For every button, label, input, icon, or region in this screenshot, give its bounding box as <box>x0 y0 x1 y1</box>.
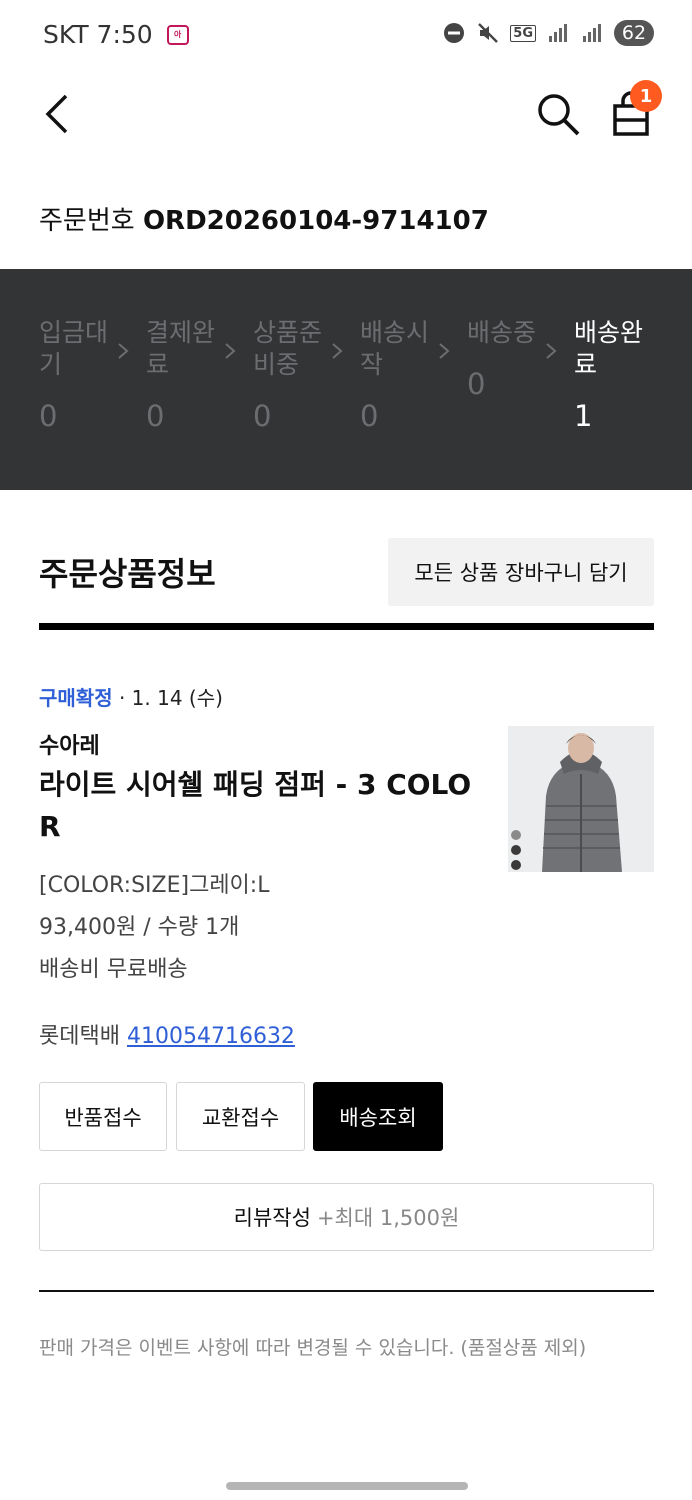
return-request-button[interactable]: 반품접수 <box>39 1082 167 1151</box>
mute-icon <box>478 23 499 43</box>
order-number-value: ORD20260104-9714107 <box>142 206 489 236</box>
status-left: SKT 7:50 아 <box>43 20 189 49</box>
chevron-right-icon <box>332 343 343 359</box>
jacket-image <box>508 726 654 872</box>
footer-divider <box>39 1290 654 1292</box>
step-count: 0 <box>467 367 486 401</box>
step-in-transit: 배송중 0 <box>467 317 547 401</box>
step-delivered: 배송완료 1 <box>574 317 654 433</box>
battery-indicator: 62 <box>614 20 654 46</box>
step-label: 결제완료 <box>146 318 216 379</box>
step-count: 0 <box>253 399 272 433</box>
home-indicator[interactable] <box>226 1482 468 1490</box>
image-pager-dots <box>511 830 521 870</box>
top-nav <box>0 72 692 158</box>
signal-icon <box>549 24 567 42</box>
step-preparing: 상품준비중 0 <box>253 317 333 433</box>
step-label: 배송완료 <box>574 318 644 379</box>
carrier-name: SKT <box>43 20 89 49</box>
app-notification-icon: 아 <box>166 24 189 45</box>
section-divider <box>39 623 654 630</box>
step-label: 상품준비중 <box>253 318 323 379</box>
cart-count-badge: 1 <box>630 80 662 112</box>
courier-name: 롯데택배 <box>39 1024 120 1049</box>
step-label: 입금대기 <box>39 318 109 379</box>
product-option: [COLOR:SIZE]그레이:L <box>39 873 270 898</box>
exchange-request-button[interactable]: 교환접수 <box>176 1082 305 1151</box>
section-title: 주문상품정보 <box>39 555 216 593</box>
step-count: 0 <box>360 399 379 433</box>
chevron-right-icon <box>225 343 236 359</box>
step-label: 배송시작 <box>360 318 430 379</box>
chevron-right-icon <box>118 343 129 359</box>
purchase-date: · 1. 14 (수) <box>118 686 223 710</box>
product-name[interactable]: 라이트 시어쉘 패딩 점퍼 - 3 COLOR <box>39 764 479 848</box>
price-notice: 판매 가격은 이벤트 사항에 따라 변경될 수 있습니다. (품절상품 제외) <box>39 1337 587 1359</box>
step-count: 0 <box>39 399 58 433</box>
shipping-fee: 배송비 무료배송 <box>39 957 188 982</box>
step-pending-deposit: 입금대기 0 <box>39 317 119 433</box>
tracking-number-link[interactable]: 410054716632 <box>127 1024 295 1049</box>
step-payment-complete: 결제완료 0 <box>146 317 226 433</box>
purchase-status-line: 구매확정 · 1. 14 (수) <box>39 682 223 711</box>
step-shipping-started: 배송시작 0 <box>360 317 440 433</box>
purchase-status: 구매확정 <box>39 686 113 710</box>
do-not-disturb-icon <box>444 23 465 43</box>
clock: 7:50 <box>96 20 153 49</box>
signal-icon-2 <box>583 24 601 42</box>
status-right: 5G 62 <box>442 20 654 46</box>
network-5g-icon: 5G <box>510 24 536 42</box>
product-thumbnail[interactable] <box>508 726 654 872</box>
search-icon[interactable] <box>534 90 582 138</box>
chevron-right-icon <box>439 343 450 359</box>
track-delivery-button[interactable]: 배송조회 <box>313 1082 443 1151</box>
review-label: 리뷰작성 <box>233 1206 311 1230</box>
order-number: 주문번호 ORD20260104-9714107 <box>39 200 489 237</box>
status-bar: SKT 7:50 아 5G 62 <box>0 0 692 72</box>
review-reward: +최대 1,500원 <box>316 1206 460 1230</box>
write-review-button[interactable]: 리뷰작성 +최대 1,500원 <box>39 1183 654 1251</box>
product-brand: 수아레 <box>39 734 100 759</box>
courier-info: 롯데택배 410054716632 <box>39 1018 295 1050</box>
add-all-to-cart-button[interactable]: 모든 상품 장바구니 담기 <box>388 538 654 606</box>
order-status-steps: 입금대기 0 결제완료 0 상품준비중 0 배송시작 0 배송중 0 배송완료 … <box>0 269 692 490</box>
chevron-right-icon <box>546 343 557 359</box>
step-label: 배송중 <box>467 318 537 347</box>
order-number-label: 주문번호 <box>39 206 135 236</box>
step-count: 1 <box>574 399 593 433</box>
product-price-quantity: 93,400원 / 수량 1개 <box>39 915 240 940</box>
step-count: 0 <box>146 399 165 433</box>
back-arrow-icon[interactable] <box>36 88 80 140</box>
